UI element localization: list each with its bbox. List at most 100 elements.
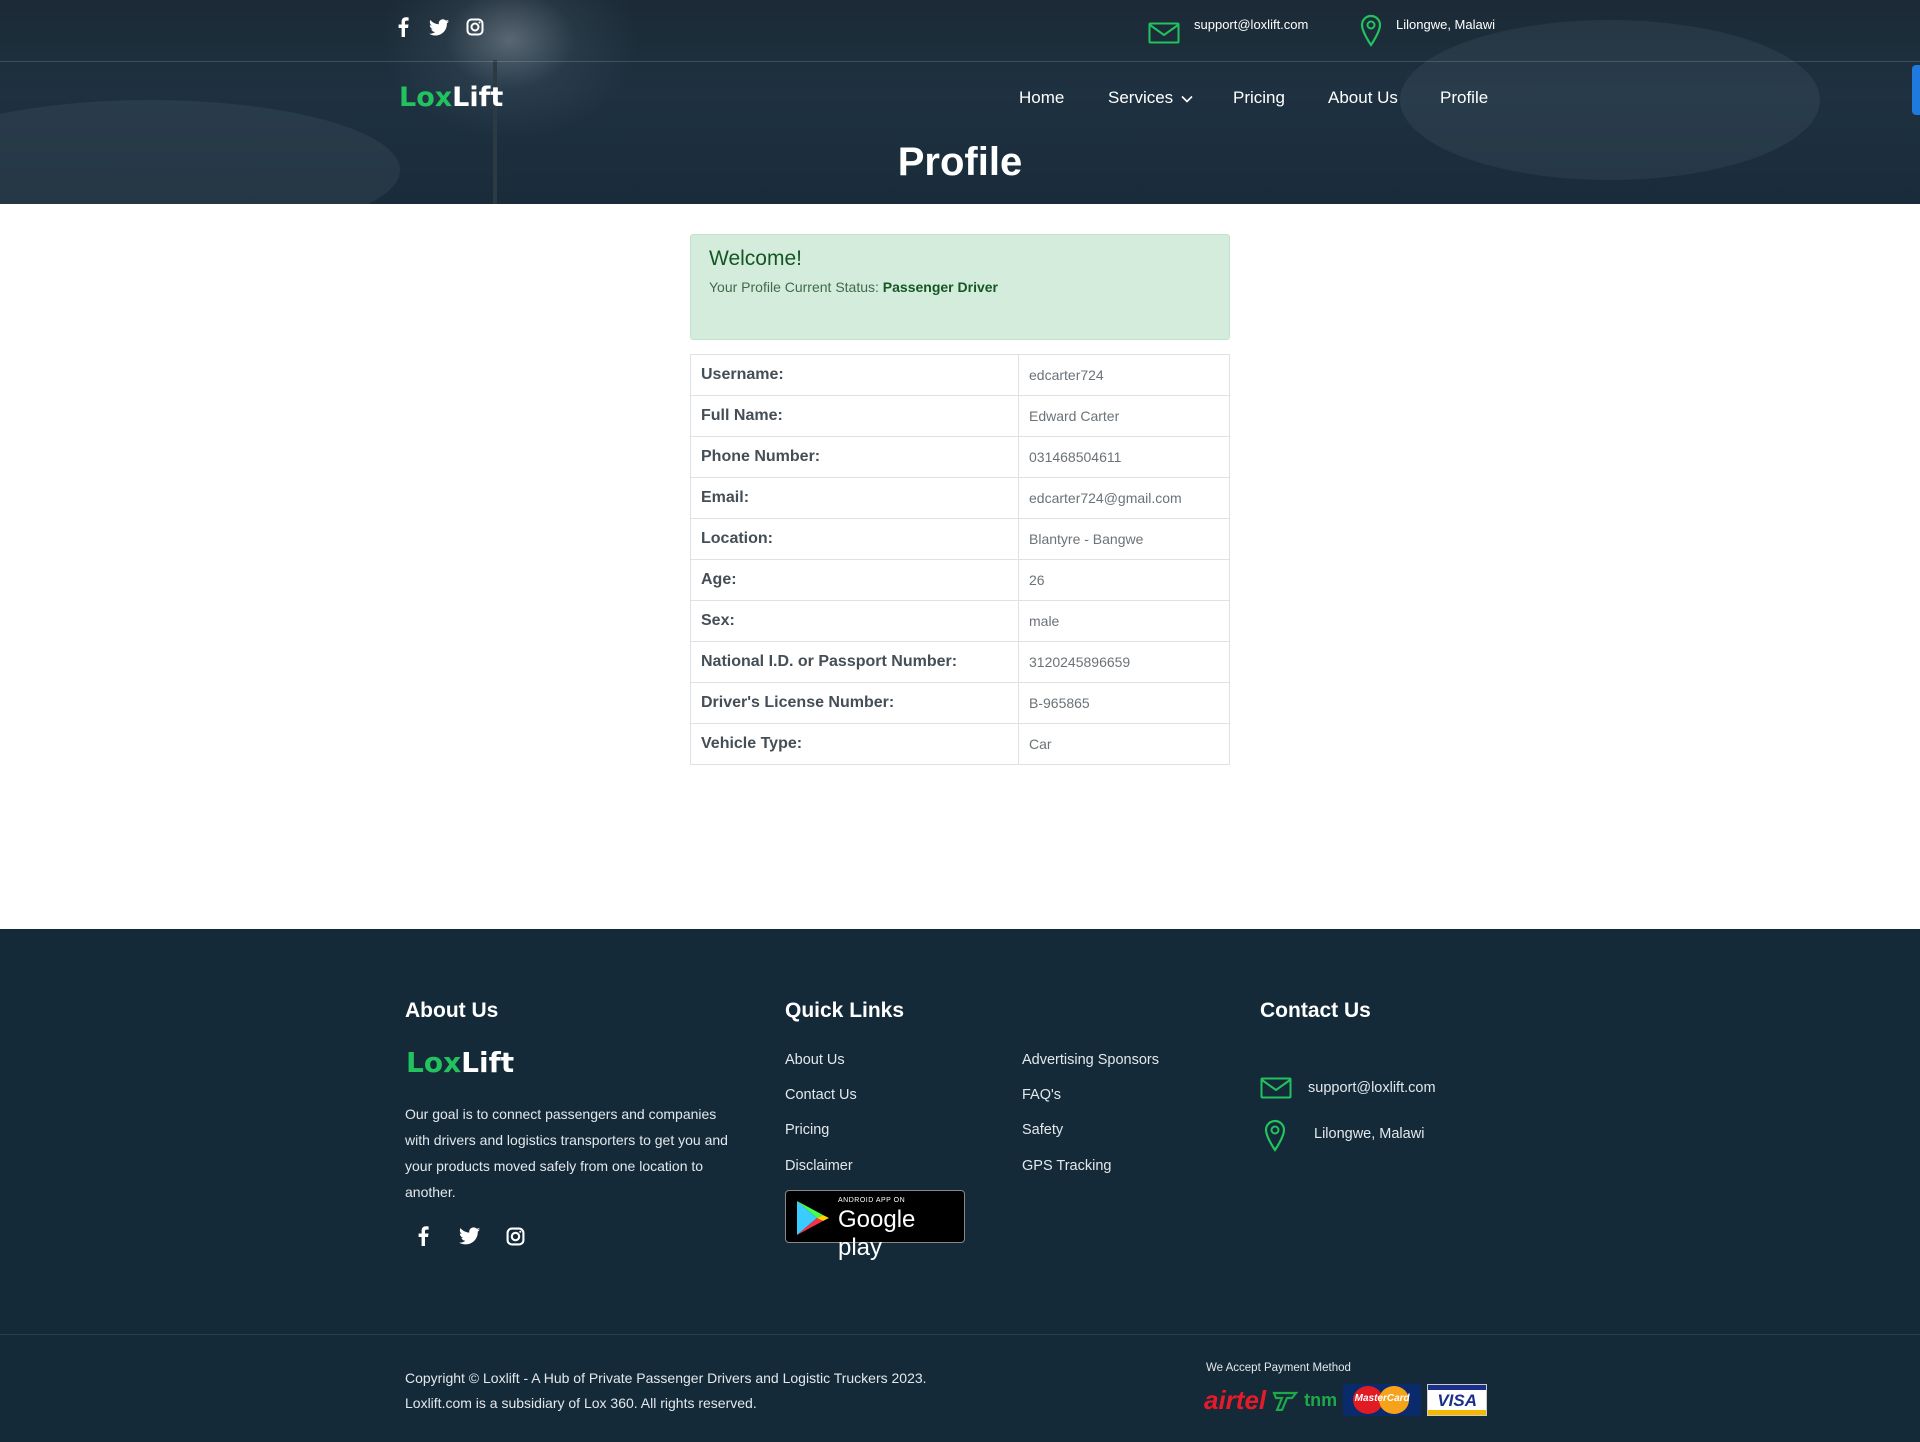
- footer-link-gps-tracking[interactable]: GPS Tracking: [1022, 1158, 1111, 1174]
- profile-field-label: Phone Number:: [690, 436, 1019, 478]
- profile-field-value: edcarter724: [1018, 354, 1230, 396]
- profile-row: Age: 26: [690, 559, 1230, 601]
- facebook-icon[interactable]: [412, 1225, 434, 1247]
- footer-logo-lift: Lift: [461, 1046, 515, 1079]
- footer-link-disclaimer[interactable]: Disclaimer: [785, 1158, 853, 1174]
- topbar-social: [393, 16, 485, 38]
- footer-link-advertising-sponsors[interactable]: Advertising Sponsors: [1022, 1052, 1159, 1068]
- facebook-icon[interactable]: [393, 16, 413, 38]
- profile-row: Driver's License Number: B-965865: [690, 682, 1230, 724]
- footer-contact-heading: Contact Us: [1260, 999, 1371, 1022]
- profile-row: Location: Blantyre - Bangwe: [690, 518, 1230, 560]
- footer-link-pricing[interactable]: Pricing: [785, 1122, 829, 1138]
- footer-contact-location: Lilongwe, Malawi: [1264, 1119, 1424, 1158]
- profile-field-label: National I.D. or Passport Number:: [690, 641, 1019, 683]
- chevron-down-icon: [1181, 88, 1193, 108]
- profile-field-value: edcarter724@gmail.com: [1018, 477, 1230, 519]
- profile-field-label: Sex:: [690, 600, 1019, 642]
- topbar-divider: [0, 61, 1920, 62]
- site-logo[interactable]: LoxLift: [399, 82, 503, 113]
- mastercard-logo-text: MasterCard: [1354, 1393, 1410, 1404]
- instagram-icon[interactable]: [504, 1225, 526, 1247]
- nav-home[interactable]: Home: [1019, 88, 1064, 108]
- footer-contact-location-text: Lilongwe, Malawi: [1314, 1125, 1425, 1142]
- profile-field-value: Car: [1018, 723, 1230, 765]
- profile-row: Sex: male: [690, 600, 1230, 642]
- welcome-heading: Welcome!: [709, 247, 802, 270]
- airtel-logo: airtel: [1204, 1384, 1267, 1415]
- welcome-alert: Welcome! Your Profile Current Status: Pa…: [690, 234, 1230, 340]
- footer-contact-email-text[interactable]: support@loxlift.com: [1308, 1080, 1436, 1096]
- profile-field-value: 26: [1018, 559, 1230, 601]
- footer-link-contact-us[interactable]: Contact Us: [785, 1087, 857, 1103]
- instagram-icon[interactable]: [465, 16, 485, 38]
- hero-header: support@loxlift.com Lilongwe, Malawi Lox…: [0, 0, 1920, 204]
- profile-row: Phone Number: 031468504611: [690, 436, 1230, 478]
- profile-status: Your Profile Current Status: Passenger D…: [709, 279, 1211, 295]
- profile-field-value: Blantyre - Bangwe: [1018, 518, 1230, 560]
- topbar-email[interactable]: support@loxlift.com: [1148, 14, 1308, 49]
- profile-field-label: Email:: [690, 477, 1019, 519]
- footer-quick-links-heading: Quick Links: [785, 999, 905, 1022]
- profile-field-label: Username:: [690, 354, 1019, 396]
- site-footer: About Us LoxLift Our goal is to connect …: [0, 929, 1920, 1442]
- envelope-icon: [1260, 1077, 1292, 1104]
- footer-about-text: Our goal is to connect passengers and co…: [405, 1106, 728, 1200]
- google-play-badge[interactable]: ANDROID APP ON Google play: [785, 1190, 965, 1261]
- status-value: Passenger Driver: [882, 279, 998, 295]
- google-play-icon: [794, 1199, 832, 1242]
- google-play-text: Google play: [838, 1206, 916, 1261]
- copyright-line-1: Copyright © Loxlift - A Hub of Private P…: [405, 1370, 927, 1386]
- profile-table: Username: edcarter724 Full Name: Edward Car…: [690, 354, 1230, 765]
- profile-field-label: Vehicle Type:: [690, 723, 1019, 765]
- profile-field-label: Age:: [690, 559, 1019, 601]
- visa-logo: VISA: [1427, 1384, 1488, 1416]
- nav-profile[interactable]: Profile: [1440, 88, 1488, 108]
- status-label: Your Profile Current Status:: [709, 279, 879, 295]
- map-pin-icon: [1264, 1119, 1286, 1158]
- footer-divider: [0, 1334, 1920, 1335]
- profile-field-value: 3120245896659: [1018, 641, 1230, 683]
- envelope-icon: [1148, 22, 1180, 49]
- google-play-small-text: ANDROID APP ON: [838, 1197, 906, 1204]
- topbar-email-text[interactable]: support@loxlift.com: [1194, 17, 1308, 32]
- side-tab[interactable]: [1912, 65, 1920, 115]
- logo-lift: Lift: [452, 82, 504, 113]
- profile-field-value: 031468504611: [1018, 436, 1230, 478]
- twitter-icon[interactable]: [458, 1225, 480, 1247]
- profile-field-value: B-965865: [1018, 682, 1230, 724]
- footer-link-about-us[interactable]: About Us: [785, 1052, 845, 1068]
- footer-link-safety[interactable]: Safety: [1022, 1122, 1063, 1138]
- logo-lox: Lox: [399, 82, 453, 113]
- profile-row: Full Name: Edward Carter: [690, 395, 1230, 437]
- footer-contact-email[interactable]: support@loxlift.com: [1260, 1071, 1436, 1104]
- payment-label: We Accept Payment Method: [1206, 1362, 1351, 1374]
- nav-services-label: Services: [1108, 88, 1174, 107]
- topbar-location: Lilongwe, Malawi: [1360, 14, 1495, 53]
- profile-field-label: Location:: [690, 518, 1019, 560]
- tnm-logo: tnm: [1272, 1389, 1337, 1411]
- visa-logo-text: VISA: [1437, 1391, 1477, 1410]
- copyright: Copyright © Loxlift - A Hub of Private P…: [405, 1366, 927, 1416]
- footer-about-heading: About Us: [405, 999, 499, 1022]
- nav-about-us[interactable]: About Us: [1328, 88, 1398, 108]
- topbar-location-text: Lilongwe, Malawi: [1396, 17, 1495, 32]
- nav-services[interactable]: Services: [1108, 88, 1193, 108]
- profile-row: Username: edcarter724: [690, 354, 1230, 396]
- profile-field-label: Driver's License Number:: [690, 682, 1019, 724]
- footer-logo[interactable]: LoxLift: [406, 1046, 514, 1079]
- map-pin-icon: [1360, 14, 1382, 53]
- profile-row: Email: edcarter724@gmail.com: [690, 477, 1230, 519]
- footer-social: [412, 1225, 526, 1247]
- mastercard-logo: MasterCard: [1343, 1384, 1422, 1416]
- footer-link-faqs[interactable]: FAQ's: [1022, 1087, 1061, 1103]
- payment-logos: airtel tnm MasterCard VISA: [1204, 1384, 1488, 1416]
- profile-field-label: Full Name:: [690, 395, 1019, 437]
- twitter-icon[interactable]: [429, 16, 449, 38]
- copyright-line-2: Loxlift.com is a subsidiary of Lox 360. …: [405, 1395, 757, 1411]
- profile-row: Vehicle Type: Car: [690, 723, 1230, 765]
- footer-logo-lox: Lox: [406, 1046, 462, 1079]
- nav-pricing[interactable]: Pricing: [1233, 88, 1285, 108]
- profile-field-value: Edward Carter: [1018, 395, 1230, 437]
- profile-row: National I.D. or Passport Number: 3120245…: [690, 641, 1230, 683]
